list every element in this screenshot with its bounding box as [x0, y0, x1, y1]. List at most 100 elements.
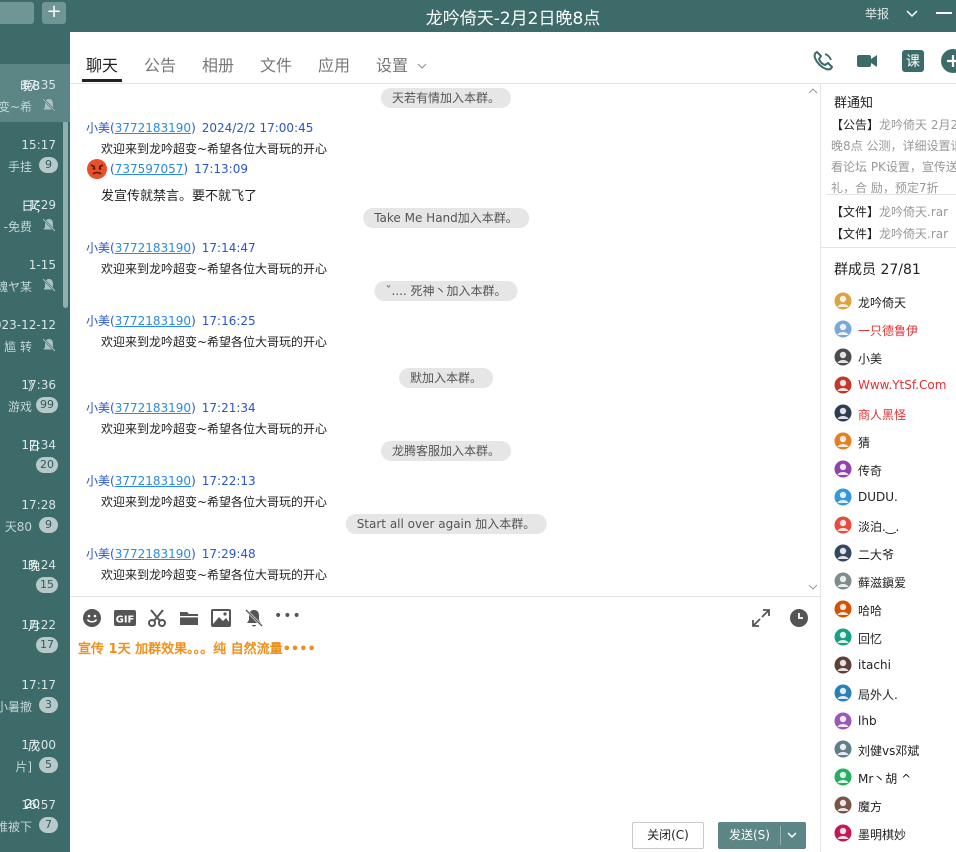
- mute-bell-icon[interactable]: [243, 607, 265, 629]
- member-item[interactable]: 局外人.: [834, 681, 956, 709]
- session-time: 16:57: [21, 798, 56, 812]
- member-item[interactable]: 回忆: [834, 625, 956, 653]
- avatar: [834, 740, 852, 758]
- session-item[interactable]: 17:28 天80 9: [0, 484, 70, 542]
- search-input[interactable]: [0, 2, 34, 24]
- avatar: [834, 544, 852, 562]
- session-item[interactable]: 1-15 魂ヤ某: [0, 244, 70, 302]
- sender-name[interactable]: 小美: [86, 121, 110, 135]
- tab-chat[interactable]: 聊天: [86, 52, 118, 76]
- unread-badge: 9: [39, 517, 58, 533]
- sender-name[interactable]: 小美: [86, 241, 110, 255]
- member-item[interactable]: 墨明棋妙: [834, 821, 956, 849]
- member-item[interactable]: 二大爷: [834, 541, 956, 569]
- message-text: 欢迎来到龙吟超变~希望各位大哥玩的开心: [101, 495, 328, 509]
- tab-settings[interactable]: 设置: [376, 52, 427, 76]
- emoji-icon[interactable]: [81, 607, 103, 629]
- minimize-button[interactable]: [936, 12, 952, 14]
- member-item[interactable]: lhb: [834, 709, 956, 737]
- member-item[interactable]: 一只德鲁伊: [834, 317, 956, 345]
- session-item[interactable]: 戊 17:00 片] 5: [0, 724, 70, 782]
- member-item[interactable]: 猜: [834, 429, 956, 457]
- file-item[interactable]: 【文件】龙吟倚天.rar: [831, 203, 948, 220]
- session-item[interactable]: 15:17 手挂 9: [0, 124, 70, 182]
- sender-qq-link[interactable]: 3772183190: [115, 121, 191, 135]
- angry-face-icon[interactable]: [86, 158, 108, 180]
- session-time: 17:00: [21, 738, 56, 752]
- member-item[interactable]: itachi: [834, 653, 956, 681]
- expand-icon[interactable]: [750, 607, 772, 629]
- gif-icon[interactable]: GIF: [113, 607, 137, 629]
- file-item[interactable]: 【文件】龙吟倚天.rar: [831, 225, 948, 242]
- member-item[interactable]: 刘健vs邓斌: [834, 737, 956, 765]
- image-icon[interactable]: [210, 607, 232, 629]
- notice-content[interactable]: 【公告】龙吟倚天 2月2日晚8点 公测，详细设置请看论坛 PK设置，宣传送好礼，…: [831, 115, 956, 199]
- session-time: 17:35: [21, 78, 56, 92]
- sender-qq-link[interactable]: 3772183190: [115, 474, 191, 488]
- chevron-down-icon[interactable]: [786, 829, 798, 841]
- sender-name[interactable]: 小美: [86, 314, 110, 328]
- sender-qq-link[interactable]: 3772183190: [115, 314, 191, 328]
- member-item[interactable]: 小美: [834, 345, 956, 373]
- member-item[interactable]: 魔方: [834, 793, 956, 821]
- session-item[interactable]: 晚 17:24 15: [0, 544, 70, 602]
- session-item[interactable]: 》 17:36 游戏 99: [0, 364, 70, 422]
- sender-name[interactable]: 小美: [86, 401, 110, 415]
- message-header: (737597057) 17:13:09: [110, 162, 248, 176]
- chevron-down-icon[interactable]: [905, 6, 919, 20]
- member-name: 龙吟倚天: [858, 296, 907, 310]
- gif-icon-label: GIF: [116, 615, 135, 626]
- notice-tag: 【公告】: [831, 118, 880, 132]
- sender-qq-link[interactable]: 3772183190: [115, 547, 191, 561]
- chevron-down-icon[interactable]: [808, 582, 818, 592]
- unread-badge: 15: [36, 577, 58, 593]
- member-item[interactable]: Www.YtSf.Com: [834, 373, 956, 401]
- class-icon[interactable]: 课: [900, 48, 926, 74]
- message-text: 欢迎来到龙吟超变~希望各位大哥玩的开心: [101, 335, 328, 349]
- add-icon[interactable]: [940, 48, 956, 74]
- member-item[interactable]: 龙吟倚天: [834, 289, 956, 317]
- member-item[interactable]: DUDU.: [834, 485, 956, 513]
- session-item[interactable]: 20 16:57 推被下 7: [0, 784, 70, 842]
- file-tag: 【文件】: [831, 205, 880, 219]
- report-button[interactable]: 举报: [865, 5, 889, 22]
- message-draft[interactable]: 宣传 1天 加群效果。。。纯 自然流量••••: [78, 638, 316, 657]
- member-item[interactable]: 传奇: [834, 457, 956, 485]
- more-icon[interactable]: •••: [274, 608, 301, 630]
- session-item[interactable]: 日 17:34 20: [0, 424, 70, 482]
- phone-icon[interactable]: [810, 48, 836, 74]
- tab-notice[interactable]: 公告: [144, 52, 176, 76]
- member-item[interactable]: Mr丶胡 ^: [834, 765, 956, 793]
- scissors-icon[interactable]: [146, 607, 168, 629]
- session-preview: 片]: [15, 760, 32, 774]
- video-icon[interactable]: [854, 48, 880, 74]
- close-button[interactable]: 关闭(C): [632, 822, 704, 849]
- tab-files[interactable]: 文件: [260, 52, 292, 76]
- sender-qq-link[interactable]: 737597057: [115, 162, 184, 176]
- folder-icon[interactable]: [178, 607, 200, 629]
- sender-qq-link[interactable]: 3772183190: [115, 241, 191, 255]
- file-tag: 【文件】: [831, 227, 880, 241]
- sender-name[interactable]: 小美: [86, 474, 110, 488]
- session-item[interactable]: 晚8 17:35 变~希: [0, 64, 70, 122]
- session-preview: 魂ヤ某: [0, 280, 32, 294]
- session-item[interactable]: 月 17:22 17: [0, 604, 70, 662]
- session-item[interactable]: 2023-12-12 尴 转: [0, 304, 70, 362]
- tab-apps[interactable]: 应用: [318, 52, 350, 76]
- avatar: [834, 348, 852, 366]
- message-header: 小美(3772183190) 2024/2/2 17:00:45: [86, 121, 314, 135]
- send-button[interactable]: 发送(S): [718, 822, 806, 849]
- tab-album[interactable]: 相册: [202, 52, 234, 76]
- member-item[interactable]: 商人黑怪: [834, 401, 956, 429]
- sender-qq-link[interactable]: 3772183190: [115, 401, 191, 415]
- mute-bell-icon: [42, 338, 56, 352]
- member-item[interactable]: 哈哈: [834, 597, 956, 625]
- member-item[interactable]: 淡泊.‿.: [834, 513, 956, 541]
- session-item[interactable]: 日ζ 1-29 -免费: [0, 184, 70, 242]
- member-item[interactable]: 藓滋鎭爱: [834, 569, 956, 597]
- history-clock-icon[interactable]: [788, 607, 810, 629]
- chevron-up-icon[interactable]: [808, 86, 818, 96]
- new-chat-button[interactable]: +: [42, 2, 66, 24]
- session-item[interactable]: 17:17 小暑撤 3: [0, 664, 70, 722]
- sender-name[interactable]: 小美: [86, 547, 110, 561]
